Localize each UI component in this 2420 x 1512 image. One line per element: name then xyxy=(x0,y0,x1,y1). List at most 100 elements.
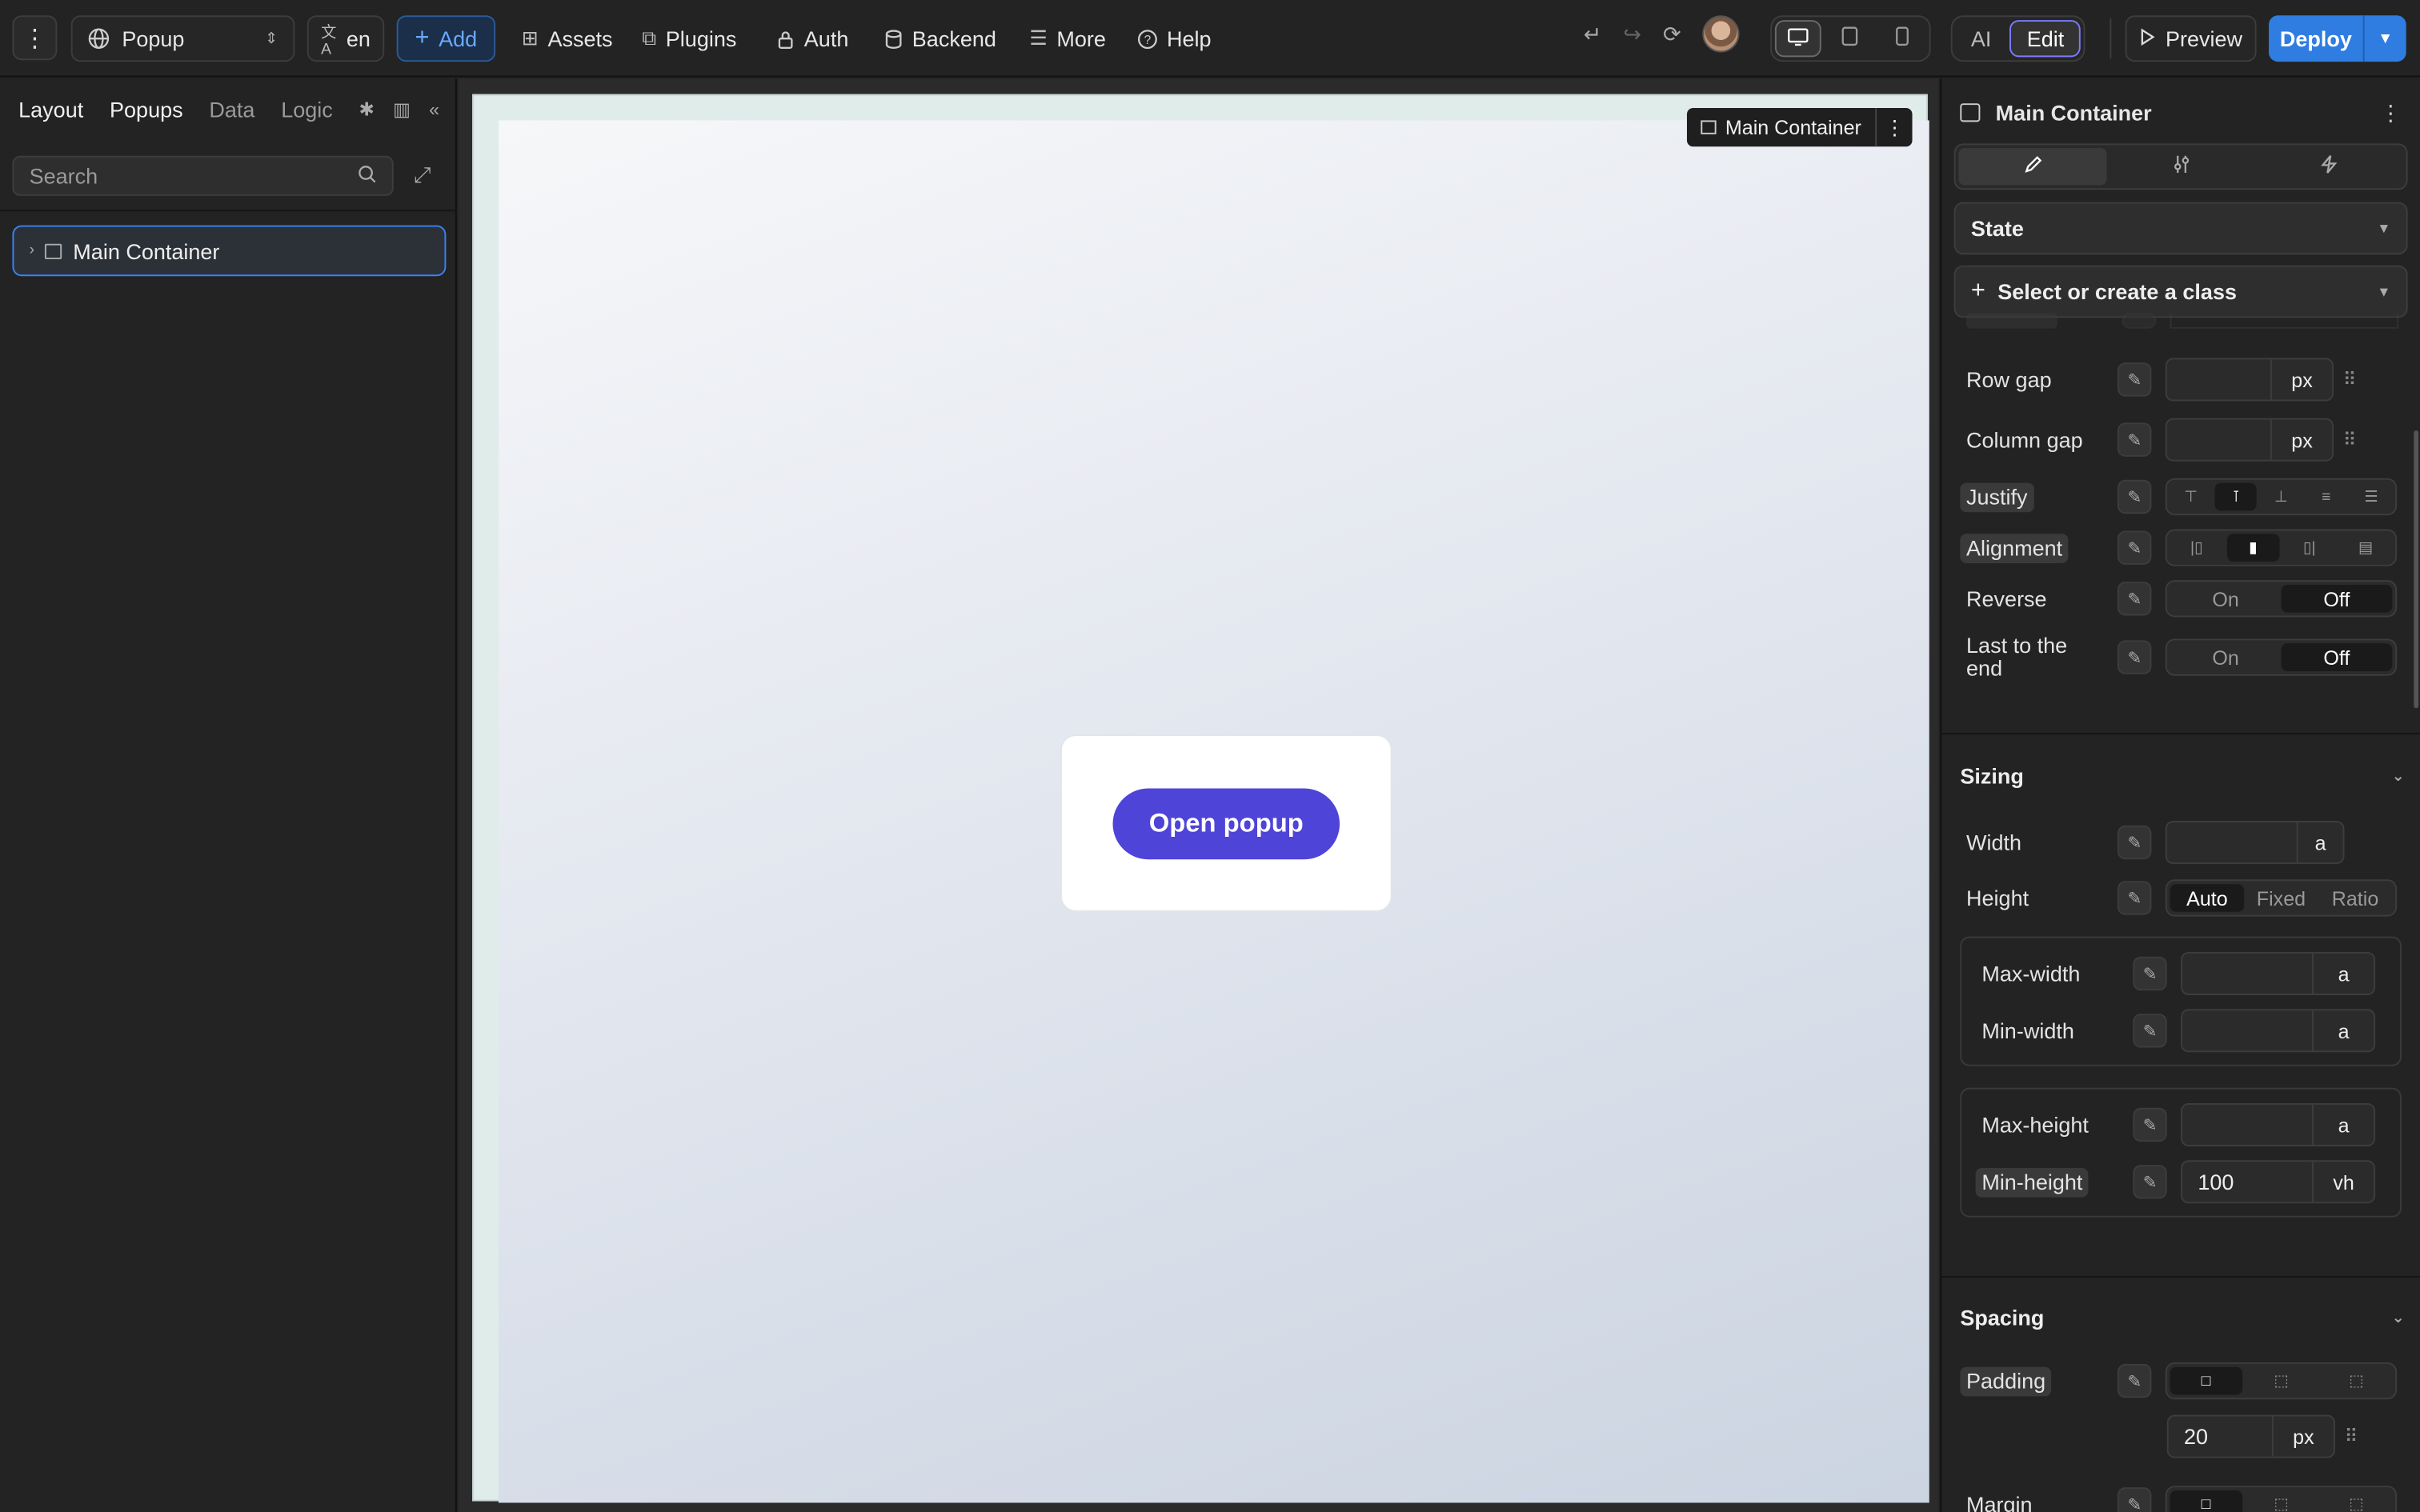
last-to-end-on[interactable]: On xyxy=(2170,643,2282,671)
collapse-panel-icon[interactable]: « xyxy=(429,98,439,120)
pin-icon[interactable]: ✎ xyxy=(2133,1107,2167,1142)
pin-icon[interactable]: ✎ xyxy=(2118,881,2152,915)
pin-icon[interactable]: ✎ xyxy=(2133,1165,2167,1199)
drag-handle-icon[interactable]: ⠿ xyxy=(2343,429,2357,450)
column-gap-input[interactable]: px xyxy=(2165,418,2334,462)
justify-between-icon[interactable]: ≡ xyxy=(2306,483,2347,511)
max-width-unit[interactable]: a xyxy=(2312,953,2374,994)
kebab-icon[interactable]: ⋮ xyxy=(1875,108,1912,147)
min-width-value[interactable] xyxy=(2182,1010,2312,1050)
ai-mode-button[interactable]: AI xyxy=(1956,20,2007,57)
assets-button[interactable]: ⊞ Assets xyxy=(509,15,624,62)
reverse-off[interactable]: Off xyxy=(2281,584,2393,613)
height-auto[interactable]: Auto xyxy=(2170,884,2245,912)
chevron-down-icon[interactable]: ▼ xyxy=(2362,15,2406,62)
drag-handle-icon[interactable]: ⠿ xyxy=(2343,369,2357,390)
justify-start-icon[interactable]: ⊤ xyxy=(2170,483,2212,511)
margin-axis-icon[interactable]: ⬚ xyxy=(2245,1490,2317,1512)
drag-handle-icon[interactable]: ⠿ xyxy=(2345,1426,2358,1447)
padding-unit[interactable]: px xyxy=(2271,1416,2334,1457)
tab-popups[interactable]: Popups xyxy=(110,98,183,122)
margin-all-icon[interactable]: □ xyxy=(2170,1490,2242,1512)
pin-icon[interactable]: ✎ xyxy=(2118,422,2152,457)
language-button[interactable]: 文A en xyxy=(307,15,385,62)
main-container[interactable]: Open popup xyxy=(498,120,1929,1503)
width-value[interactable] xyxy=(2167,822,2297,862)
undo-icon[interactable]: ↵ xyxy=(1584,21,1602,47)
plugins-button[interactable]: ⧉ Plugins xyxy=(630,15,749,62)
tab-data[interactable]: Data xyxy=(209,98,254,122)
padding-input[interactable]: 20 px xyxy=(2166,1414,2335,1458)
tab-style[interactable] xyxy=(1958,148,2107,186)
main-menu-button[interactable]: ⋮ xyxy=(12,15,58,61)
pin-icon[interactable]: ✎ xyxy=(2118,362,2152,397)
width-input[interactable]: a xyxy=(2165,821,2345,865)
align-start-icon[interactable]: |▯ xyxy=(2170,534,2224,562)
layer-search-input[interactable]: Search xyxy=(12,155,394,196)
justify-end-icon[interactable]: ⊥ xyxy=(2260,483,2302,511)
properties-scroll[interactable]: Row gap ✎ px ⠿ Column gap ✎ px ⠿ Justify xyxy=(1941,310,2420,1512)
tablet-view-button[interactable] xyxy=(1825,20,1876,57)
pin-icon[interactable]: ✎ xyxy=(2133,1014,2167,1048)
pin-icon[interactable]: ✎ xyxy=(2118,479,2152,514)
expand-icon[interactable]: ⤢ xyxy=(414,162,431,189)
pin-icon[interactable]: ✎ xyxy=(2118,1363,2152,1398)
max-height-value[interactable] xyxy=(2182,1105,2312,1145)
scrollbar[interactable] xyxy=(2414,430,2419,709)
last-to-end-off[interactable]: Off xyxy=(2281,643,2393,671)
spacing-section-header[interactable]: Spacing ⌄ xyxy=(1960,1306,2404,1330)
max-width-input[interactable]: a xyxy=(2181,951,2376,995)
align-center-icon[interactable]: ▮ xyxy=(2226,534,2280,562)
padding-all-icon[interactable]: □ xyxy=(2170,1366,2242,1395)
margin-individual-icon[interactable]: ⬚ xyxy=(2320,1490,2392,1512)
padding-individual-icon[interactable]: ⬚ xyxy=(2320,1367,2392,1395)
chevron-right-icon[interactable]: › xyxy=(30,242,34,259)
max-width-value[interactable] xyxy=(2182,954,2312,994)
pin-icon[interactable]: ✎ xyxy=(2118,582,2152,616)
desktop-view-button[interactable] xyxy=(1774,20,1821,58)
align-end-icon[interactable]: ▯| xyxy=(2282,534,2336,562)
chevron-down-icon[interactable]: ⌄ xyxy=(2392,1309,2405,1326)
width-unit[interactable]: a xyxy=(2296,822,2343,863)
max-height-unit[interactable]: a xyxy=(2312,1104,2374,1146)
state-select[interactable]: State ▼ xyxy=(1953,202,2408,255)
kebab-icon[interactable]: ⋮ xyxy=(2380,99,2402,126)
pin-icon[interactable]: ✎ xyxy=(2118,640,2152,674)
tab-interactions[interactable] xyxy=(2255,148,2403,185)
pin-icon[interactable]: ✎ xyxy=(2118,530,2152,565)
pin-icon[interactable]: ✎ xyxy=(2118,825,2152,860)
min-height-input[interactable]: 100 vh xyxy=(2181,1160,2376,1204)
deploy-button[interactable]: Deploy ▼ xyxy=(2269,15,2406,62)
backend-button[interactable]: Backend xyxy=(872,15,1009,62)
tab-settings[interactable] xyxy=(2107,148,2255,185)
selection-label[interactable]: Main Container ⋮ xyxy=(1686,108,1913,147)
more-button[interactable]: ☰ More xyxy=(1017,15,1118,62)
popup-card[interactable]: Open popup xyxy=(1060,734,1392,912)
height-ratio[interactable]: Ratio xyxy=(2318,884,2393,912)
padding-value[interactable]: 20 xyxy=(2169,1416,2272,1456)
avatar[interactable] xyxy=(1702,15,1740,53)
row-gap-input[interactable]: px xyxy=(2165,358,2334,402)
chevron-down-icon[interactable]: ⌄ xyxy=(2392,767,2405,784)
sizing-section-header[interactable]: Sizing ⌄ xyxy=(1960,764,2404,789)
column-gap-value[interactable] xyxy=(2167,420,2270,460)
justify-around-icon[interactable]: ☰ xyxy=(2350,483,2392,511)
min-height-value[interactable]: 100 xyxy=(2182,1162,2312,1202)
pin-icon[interactable]: ✎ xyxy=(2133,956,2167,991)
add-button[interactable]: + Add xyxy=(396,15,496,62)
padding-axis-icon[interactable]: ⬚ xyxy=(2245,1367,2317,1395)
open-popup-button[interactable]: Open popup xyxy=(1112,787,1340,859)
refresh-icon[interactable]: ⟳ xyxy=(1663,21,1681,47)
max-height-input[interactable]: a xyxy=(2181,1102,2376,1146)
reverse-on[interactable]: On xyxy=(2170,585,2282,613)
tab-logic[interactable]: Logic xyxy=(281,98,333,122)
preview-button[interactable]: Preview xyxy=(2125,15,2257,62)
page-selector[interactable]: Popup ⇕ xyxy=(70,15,295,62)
align-stretch-icon[interactable]: ▤ xyxy=(2339,534,2393,562)
min-height-unit[interactable]: vh xyxy=(2312,1162,2374,1202)
panel-layout-icon[interactable]: ▥ xyxy=(393,98,411,120)
pin-icon[interactable]: ✎ xyxy=(2118,1487,2152,1512)
page-canvas[interactable]: Open popup Main Container ⋮ xyxy=(472,94,1929,1503)
bug-icon[interactable]: ✱ xyxy=(359,98,375,120)
edit-mode-button[interactable]: Edit xyxy=(2009,20,2081,58)
